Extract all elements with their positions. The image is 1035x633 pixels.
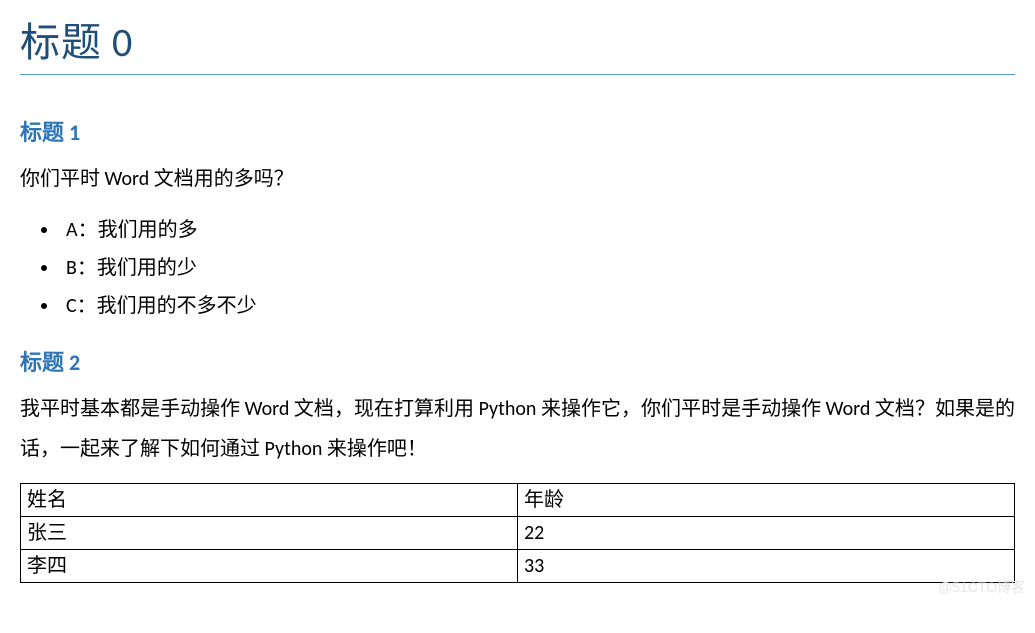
options-list: A：我们用的多 B：我们用的少 C：我们用的不多不少 — [20, 211, 1015, 325]
question-1-text: 你们平时 Word 文档用的多吗？ — [20, 159, 1015, 199]
watermark: @51CTO博客 — [938, 577, 1025, 597]
table-cell: 张三 — [21, 517, 518, 550]
option-b: B：我们用的少 — [60, 249, 1015, 287]
heading-1: 标题 1 — [20, 115, 1015, 147]
option-a: A：我们用的多 — [60, 211, 1015, 249]
table-row: 张三 22 — [21, 517, 1015, 550]
table-cell: 姓名 — [21, 484, 518, 517]
paragraph-2-text: 我平时基本都是手动操作 Word 文档，现在打算利用 Python 来操作它，你… — [20, 389, 1015, 469]
table-cell: 李四 — [21, 550, 518, 583]
table-row: 姓名 年龄 — [21, 484, 1015, 517]
heading-2: 标题 2 — [20, 345, 1015, 377]
option-c: C：我们用的不多不少 — [60, 287, 1015, 325]
table-cell: 年龄 — [518, 484, 1015, 517]
title-0: 标题 0 — [20, 10, 1015, 75]
table-cell: 22 — [518, 517, 1015, 550]
data-table: 姓名 年龄 张三 22 李四 33 — [20, 483, 1015, 583]
table-row: 李四 33 — [21, 550, 1015, 583]
